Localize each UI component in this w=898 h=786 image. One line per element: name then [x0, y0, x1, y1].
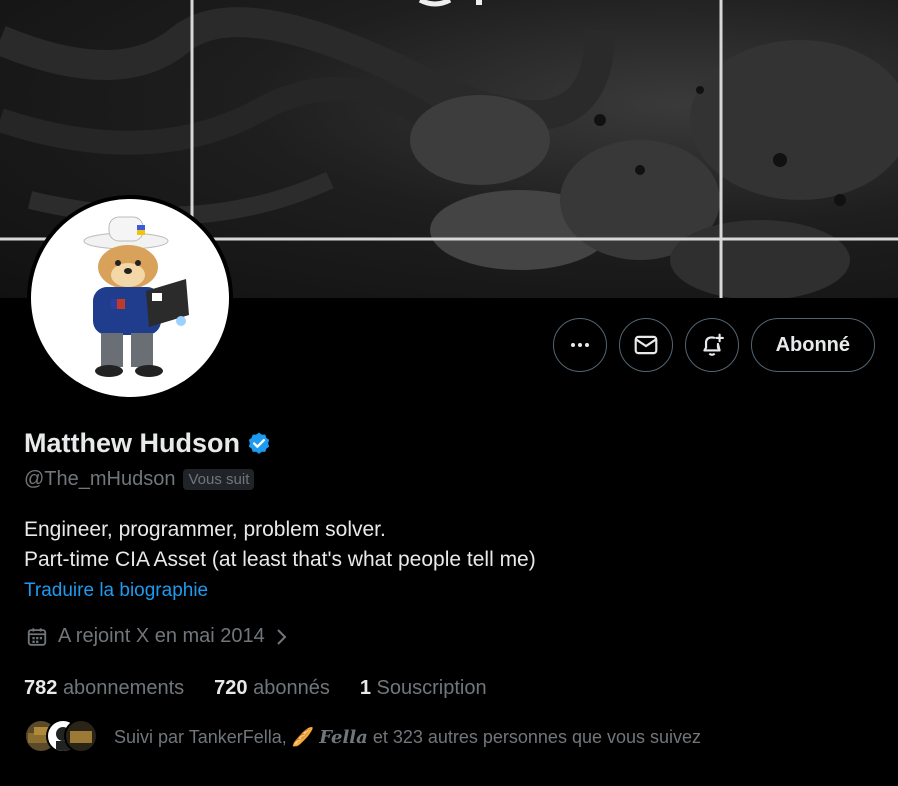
more-button[interactable]	[552, 318, 607, 372]
user-handle: @The_mHudson	[24, 468, 176, 490]
follower-avatars	[24, 719, 98, 755]
follower-avatar	[64, 719, 98, 753]
following-button[interactable]: Abonné	[750, 318, 875, 372]
joined-date[interactable]: A rejoint X en mai 2014	[26, 625, 289, 648]
calendar-icon	[27, 627, 47, 646]
translate-bio-link[interactable]: Traduire la biographie	[24, 580, 208, 602]
followers-stat[interactable]: 720 abonnés	[214, 677, 330, 700]
handle-row: @The_mHudson Vous suit	[24, 468, 255, 491]
followers-label: abonnés	[253, 677, 330, 699]
subscriptions-stat[interactable]: 1 Souscription	[360, 677, 487, 700]
name-row: Matthew Hudson	[24, 428, 272, 459]
bio-line: Engineer, programmer, problem solver.	[24, 518, 386, 541]
subscriptions-label: Souscription	[376, 677, 487, 699]
chevron-right-icon	[277, 628, 287, 645]
following-stat[interactable]: 782 abonnements	[24, 677, 184, 700]
followed-by-row[interactable]: Suivi par TankerFella, 🥖 Fella et 323 au…	[24, 719, 701, 755]
followers-count: 720	[214, 677, 248, 699]
followed-by-prefix: Suivi par TankerFella,	[114, 726, 287, 747]
joined-text: A rejoint X en mai 2014	[58, 625, 265, 647]
follower-name-fella: Fella	[319, 726, 368, 748]
baguette-emoji-icon: 🥖	[291, 726, 315, 747]
following-count: 782	[24, 677, 58, 699]
profile-actions: Abonné	[552, 318, 875, 372]
more-horizontal-icon	[570, 343, 589, 347]
profile-avatar[interactable]	[27, 195, 233, 401]
following-label: abonnements	[62, 677, 185, 699]
envelope-icon	[634, 335, 657, 355]
bell-plus-icon	[702, 333, 724, 356]
profile-bio: Engineer, programmer, problem solver. Pa…	[24, 515, 536, 575]
avatar-image	[31, 199, 229, 397]
profile-stats: 782 abonnements 720 abonnés 1 Souscripti…	[24, 677, 517, 700]
followed-by-text: Suivi par TankerFella, 🥖 Fella et 323 au…	[114, 727, 701, 748]
display-name: Matthew Hudson	[24, 428, 240, 458]
message-button[interactable]	[618, 318, 673, 372]
notifications-button[interactable]	[684, 318, 739, 372]
followed-by-suffix: et 323 autres personnes que vous suivez	[372, 726, 702, 747]
follows-you-badge: Vous suit	[183, 469, 255, 490]
subscriptions-count: 1	[359, 677, 371, 699]
verified-badge-icon[interactable]	[246, 431, 272, 457]
bio-line: Part-time CIA Asset (at least that's wha…	[24, 548, 536, 571]
